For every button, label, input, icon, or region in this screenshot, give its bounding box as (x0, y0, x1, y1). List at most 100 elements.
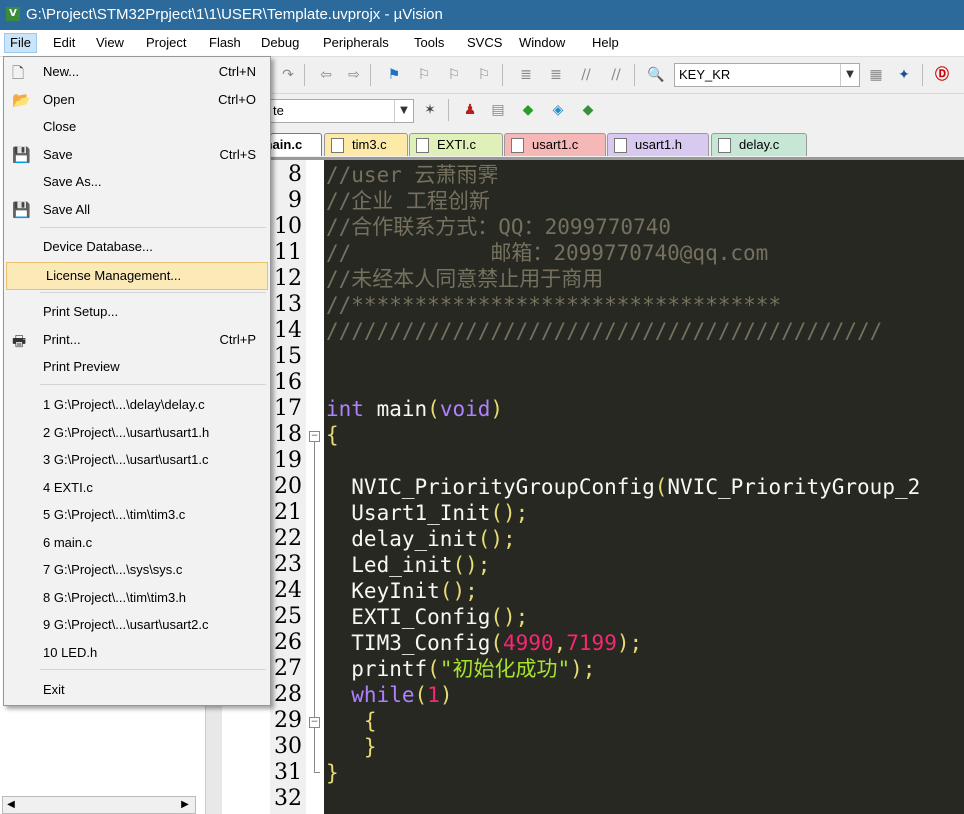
indent-icon[interactable]: ≣ (516, 65, 536, 85)
find-icon[interactable]: ▦ (866, 65, 886, 85)
tab-usart1-h[interactable]: usart1.h (607, 133, 709, 156)
menu-item-label: 9 G:\Project\...\usart\usart2.c (43, 617, 209, 632)
menu-item-print-setup[interactable]: Print Setup... (4, 299, 270, 325)
bookmark-prev-icon[interactable]: ⚐ (414, 65, 434, 85)
menu-svcs[interactable]: SVCS (462, 34, 507, 52)
menu-item-6-main-c[interactable]: 6 main.c (4, 530, 270, 556)
menu-item-shortcut: Ctrl+S (219, 147, 256, 162)
tab-usart1-c[interactable]: usart1.c (504, 133, 606, 156)
file-icon (416, 138, 429, 153)
menu-item-new[interactable]: 🗋 New... Ctrl+N (4, 59, 270, 85)
menu-debug[interactable]: Debug (256, 34, 304, 52)
uncomment-icon[interactable]: // (606, 65, 626, 85)
tab-tim3-c[interactable]: tim3.c (324, 133, 408, 156)
menu-view[interactable]: View (91, 34, 129, 52)
scroll-left-icon[interactable]: ◀ (3, 797, 19, 813)
menu-edit[interactable]: Edit (48, 34, 80, 52)
menu-item-7-g-project-sys-sys-c[interactable]: 7 G:\Project\...\sys\sys.c (4, 557, 270, 583)
code-token: (); (490, 605, 529, 629)
menu-item-device-database[interactable]: Device Database... (4, 234, 270, 260)
menu-item-2-g-project-usart-usart1-h[interactable]: 2 G:\Project\...\usart\usart1.h (4, 420, 270, 446)
target-options-icon[interactable]: ✶ (420, 100, 440, 120)
chevron-down-icon[interactable]: ▼ (840, 64, 859, 86)
menu-item-1-g-project-delay-delay-c[interactable]: 1 G:\Project\...\delay\delay.c (4, 392, 270, 418)
find-combo[interactable]: KEY_KR ▼ (674, 63, 860, 87)
menu-flash[interactable]: Flash (204, 34, 246, 52)
code-token: ( (427, 657, 440, 681)
menu-item-3-g-project-usart-usart1-c[interactable]: 3 G:\Project\...\usart\usart1.c (4, 447, 270, 473)
menu-item-print[interactable]: 🖶 Print... Ctrl+P (4, 327, 270, 353)
tab-label: usart1.c (532, 137, 579, 152)
run-time-environment-icon[interactable]: ◆ (578, 100, 598, 120)
menu-help[interactable]: Help (587, 34, 624, 52)
code-editor[interactable]: //user 云萧雨霁//企业 工程创新//合作联系方式：QQ：20997707… (324, 160, 964, 814)
menu-project[interactable]: Project (141, 34, 191, 52)
line-number: 32 (274, 786, 302, 811)
menu-window[interactable]: Window (514, 34, 570, 52)
comment-icon[interactable]: // (576, 65, 596, 85)
menu-tools[interactable]: Tools (409, 34, 449, 52)
menu-item-shortcut: Ctrl+N (218, 64, 256, 79)
code-token: while (326, 683, 415, 707)
fold-collapse-icon[interactable]: − (309, 431, 320, 442)
find-in-files-icon[interactable]: 🔍 (646, 65, 666, 85)
pack-installer-icon[interactable]: ◆ (518, 100, 538, 120)
menu-item-label: 4 EXTI.c (43, 480, 93, 495)
unindent-icon[interactable]: ≣ (546, 65, 566, 85)
start-debug-icon[interactable]: Ⓓ (932, 65, 952, 85)
code-line: Led_init(); (326, 552, 490, 578)
editor-tab-bar: main.c tim3.c EXTI.c usart1.c usart1.h d… (261, 131, 964, 157)
line-number: 25 (274, 604, 302, 629)
scroll-right-icon[interactable]: ▶ (177, 797, 193, 813)
menu-item-label: Save As... (43, 174, 102, 189)
project-pane-hscrollbar[interactable]: ◀ ▶ (2, 796, 196, 814)
menu-item-print-preview[interactable]: Print Preview (4, 354, 270, 380)
menu-item-10-led-h[interactable]: 10 LED.h (4, 640, 270, 666)
menu-item-8-g-project-tim-tim3-h[interactable]: 8 G:\Project\...\tim\tim3.h (4, 585, 270, 611)
line-number: 16 (274, 370, 302, 395)
debug-config-icon[interactable]: ✦ (894, 65, 914, 85)
manage-books-icon[interactable]: ▤ (488, 100, 508, 120)
tab-main-c[interactable]: main.c (261, 133, 322, 156)
menu-item-license-management[interactable]: License Management... (6, 262, 268, 290)
redo-icon[interactable]: ↷ (278, 65, 298, 85)
bookmark-clear-icon[interactable]: ⚐ (474, 65, 494, 85)
menu-item-9-g-project-usart-usart2-c[interactable]: 9 G:\Project\...\usart\usart2.c (4, 612, 270, 638)
tab-exti-c[interactable]: EXTI.c (409, 133, 503, 156)
select-packs-icon[interactable]: ◈ (548, 100, 568, 120)
bookmark-icon[interactable]: ⚑ (384, 65, 404, 85)
menu-item-save-all[interactable]: 💾 Save All (4, 197, 270, 223)
menu-file[interactable]: File (4, 33, 37, 53)
manage-components-icon[interactable]: ♟ (460, 100, 480, 120)
code-token: } (326, 761, 339, 785)
code-token: "初始化成功" (439, 657, 571, 681)
bookmark-next-icon[interactable]: ⚐ (444, 65, 464, 85)
nav-back-icon[interactable]: ⇦ (316, 65, 336, 85)
chevron-down-icon[interactable]: ▼ (394, 100, 413, 122)
line-number: 15 (274, 344, 302, 369)
menu-item-save[interactable]: 💾 Save Ctrl+S (4, 142, 270, 168)
tab-delay-c[interactable]: delay.c (711, 133, 807, 156)
uvision-app-icon: V (6, 7, 20, 21)
line-number: 23 (274, 552, 302, 577)
menu-item-label: Save All (43, 202, 90, 217)
line-number-gutter: 8 9 10 11 12 13 14 15 16 17 18 19 20 21 22 23 24 25 26 27 28… (270, 160, 306, 814)
tab-label: tim3.c (352, 137, 387, 152)
target-combo[interactable]: te ▼ (270, 99, 414, 123)
nav-forward-icon[interactable]: ⇨ (344, 65, 364, 85)
code-line: printf("初始化成功"); (326, 656, 595, 682)
menu-item-label: 2 G:\Project\...\usart\usart1.h (43, 425, 210, 440)
menu-item-5-g-project-tim-tim3-c[interactable]: 5 G:\Project\...\tim\tim3.c (4, 502, 270, 528)
menu-peripherals[interactable]: Peripherals (318, 34, 394, 52)
menu-item-exit[interactable]: Exit (4, 677, 270, 703)
menu-item-save-as[interactable]: Save As... (4, 169, 270, 195)
line-number: 14 (274, 318, 302, 343)
menu-item-label: 5 G:\Project\...\tim\tim3.c (43, 507, 186, 522)
fold-collapse-icon[interactable]: − (309, 717, 320, 728)
menu-item-open[interactable]: 📂 Open Ctrl+O (4, 87, 270, 113)
menu-bar: File Edit View Project Flash Debug Perip… (0, 30, 964, 57)
menu-item-4-exti-c[interactable]: 4 EXTI.c (4, 475, 270, 501)
menu-item-close[interactable]: Close (4, 114, 270, 140)
code-token: EXTI_Config (326, 605, 491, 629)
line-number: 19 (274, 448, 302, 473)
